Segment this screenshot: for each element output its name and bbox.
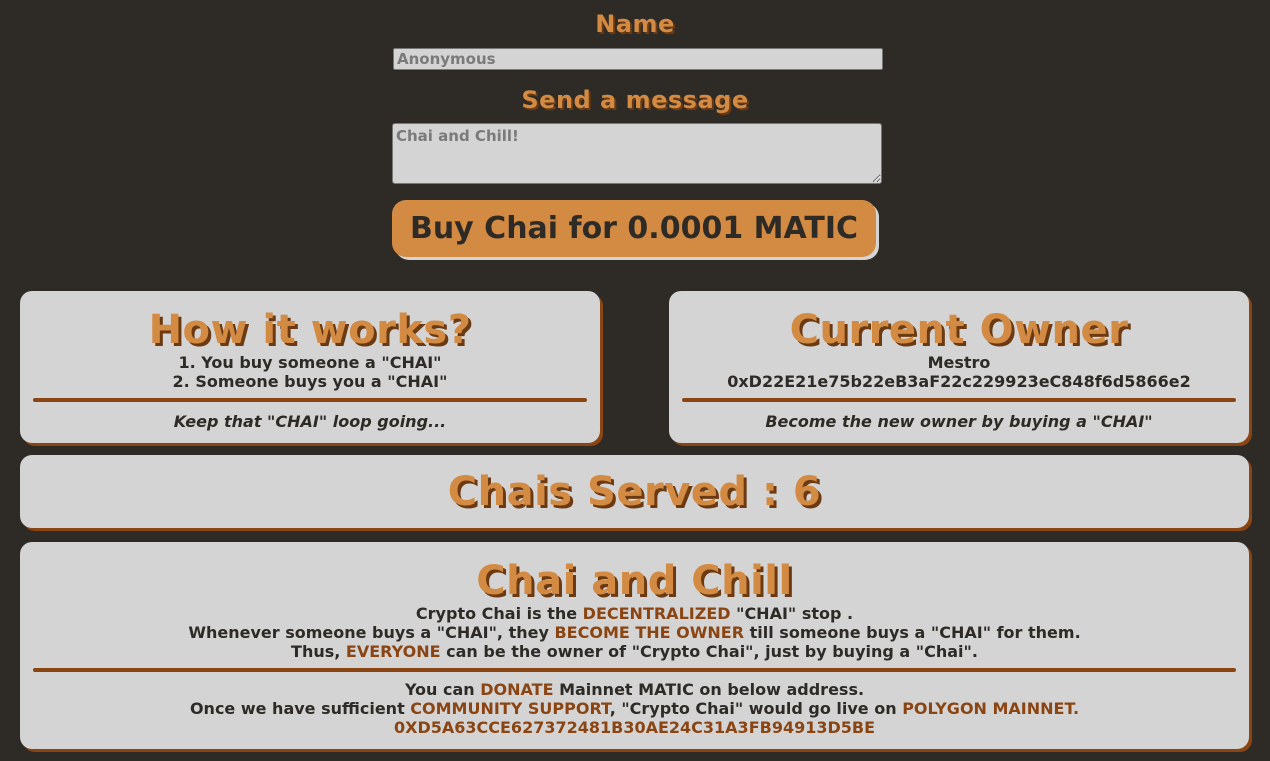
chais-served-card: Chais Served : 6: [20, 455, 1249, 528]
divider: [33, 398, 587, 402]
community-support-highlight: COMMUNITY SUPPORT: [410, 699, 610, 718]
owner-address: 0xD22E21e75b22eB3aF22c229923eC848f6d5866…: [727, 372, 1191, 391]
owner-name: Mestro: [927, 353, 991, 372]
become-owner-highlight: BECOME THE OWNER: [554, 623, 745, 642]
polygon-mainnet-highlight: POLYGON MAINNET.: [902, 699, 1080, 718]
name-input[interactable]: [393, 48, 883, 70]
about-line-1: Crypto Chai is the DECENTRALIZED "CHAI" …: [415, 604, 854, 623]
everyone-highlight: EVERYONE: [345, 642, 441, 661]
buy-chai-button[interactable]: Buy Chai for 0.0001 MATIC: [392, 200, 876, 257]
donate-address: 0XD5A63CCE627372481B30AE24C31A3FB94913D5…: [393, 718, 876, 737]
current-owner-title: Current Owner: [789, 307, 1129, 353]
message-input[interactable]: [392, 123, 882, 184]
about-line-2: Whenever someone buys a "CHAI", they BEC…: [188, 623, 1081, 642]
how-it-works-tagline: Keep that "CHAI" loop going...: [173, 412, 447, 431]
message-label: Send a message: [521, 86, 749, 114]
step-1: 1. You buy someone a "CHAI": [178, 353, 442, 372]
how-it-works-title: How it works?: [148, 307, 472, 353]
decentralized-highlight: DECENTRALIZED: [582, 604, 731, 623]
donate-line: You can DONATE Mainnet MATIC on below ad…: [404, 680, 865, 699]
owner-tagline: Become the new owner by buying a "CHAI": [765, 412, 1153, 431]
divider: [33, 668, 1236, 672]
how-it-works-card: How it works? 1. You buy someone a "CHAI…: [20, 291, 600, 443]
chais-served-count: Chais Served : 6: [447, 469, 822, 515]
step-2: 2. Someone buys you a "CHAI": [172, 372, 448, 391]
about-line-3: Thus, EVERYONE can be the owner of "Cryp…: [291, 642, 978, 661]
divider: [682, 398, 1236, 402]
name-label: Name: [595, 10, 675, 38]
about-title: Chai and Chill: [476, 558, 793, 604]
about-card: Chai and Chill Crypto Chai is the DECENT…: [20, 542, 1249, 749]
current-owner-card: Current Owner Mestro 0xD22E21e75b22eB3aF…: [669, 291, 1249, 443]
donate-highlight: DONATE: [480, 680, 554, 699]
support-line: Once we have sufficient COMMUNITY SUPPOR…: [189, 699, 1080, 718]
